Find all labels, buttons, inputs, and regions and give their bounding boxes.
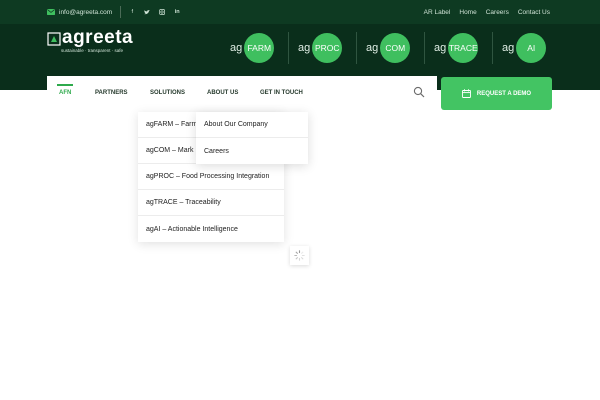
logo-wordmark: agreeta xyxy=(62,27,134,48)
product-prefix: ag xyxy=(502,42,515,54)
ar-label-link[interactable]: AR Label xyxy=(424,9,451,16)
product-agai[interactable]: ag AI xyxy=(492,24,560,72)
instagram-icon[interactable] xyxy=(159,9,166,15)
top-bar-left: info@agreeta.com f in xyxy=(47,0,189,24)
product-prefix: ag xyxy=(434,42,447,54)
product-badge: PROC xyxy=(312,33,343,63)
menu-item-agai[interactable]: agAI – Actionable Intelligence xyxy=(138,216,284,242)
mail-icon xyxy=(47,9,55,15)
product-agproc[interactable]: ag PROC xyxy=(288,24,356,72)
page: info@agreeta.com f in AR Label Home Care… xyxy=(0,0,600,400)
product-badge: AI xyxy=(516,33,547,63)
logo-tagline: sustainable · transparent · safe xyxy=(61,48,124,53)
product-agfarm[interactable]: ag FARM xyxy=(220,24,288,72)
product-prefix: ag xyxy=(230,42,243,54)
facebook-icon[interactable]: f xyxy=(129,9,135,15)
divider xyxy=(120,6,122,18)
calendar-icon xyxy=(461,89,471,98)
product-prefix: ag xyxy=(366,42,379,54)
home-link[interactable]: Home xyxy=(459,9,476,16)
loading-spinner xyxy=(290,246,309,265)
nav-item-afn[interactable]: AFN xyxy=(59,76,71,110)
logo-mark-icon xyxy=(47,32,61,46)
request-demo-label: REQUEST A DEMO xyxy=(476,90,532,97)
menu-item-agproc[interactable]: agPROC – Food Processing Integration xyxy=(138,164,284,190)
about-dropdown: About Our Company Careers xyxy=(196,112,308,164)
request-demo-button[interactable]: REQUEST A DEMO xyxy=(441,77,552,110)
top-bar: info@agreeta.com f in AR Label Home Care… xyxy=(0,0,600,24)
nav-item-partners[interactable]: PARTNERS xyxy=(95,76,128,110)
twitter-icon[interactable] xyxy=(144,9,151,15)
linkedin-icon[interactable]: in xyxy=(174,9,180,15)
product-badge: COM xyxy=(380,33,411,63)
product-badge: TRACE xyxy=(448,33,479,63)
menu-item-careers[interactable]: Careers xyxy=(196,138,308,164)
agreeta-logo[interactable]: agreeta sustainable · transparent · safe xyxy=(47,27,137,56)
menu-item-agtrace[interactable]: agTRACE – Traceability xyxy=(138,190,284,216)
email-link[interactable]: info@agreeta.com xyxy=(59,9,112,16)
search-icon[interactable] xyxy=(413,86,425,98)
product-links: ag FARM ag PROC ag COM ag TRACE ag AI xyxy=(220,24,560,72)
product-prefix: ag xyxy=(298,42,311,54)
menu-item-about-company[interactable]: About Our Company xyxy=(196,112,308,138)
nav-item-solutions[interactable]: SOLUTIONS xyxy=(150,76,185,110)
nav-item-get-in-touch[interactable]: GET IN TOUCH xyxy=(260,76,303,110)
spinner-icon xyxy=(294,250,305,261)
nav-item-about-us[interactable]: ABOUT US xyxy=(207,76,238,110)
contact-us-link[interactable]: Contact Us xyxy=(518,9,550,16)
product-agtrace[interactable]: ag TRACE xyxy=(424,24,492,72)
top-bar-links: AR Label Home Careers Contact Us xyxy=(424,0,550,24)
careers-link[interactable]: Careers xyxy=(486,9,509,16)
product-badge: FARM xyxy=(244,33,275,63)
product-agcom[interactable]: ag COM xyxy=(356,24,424,72)
main-nav: AFN PARTNERS SOLUTIONS ABOUT US GET IN T… xyxy=(47,76,437,110)
